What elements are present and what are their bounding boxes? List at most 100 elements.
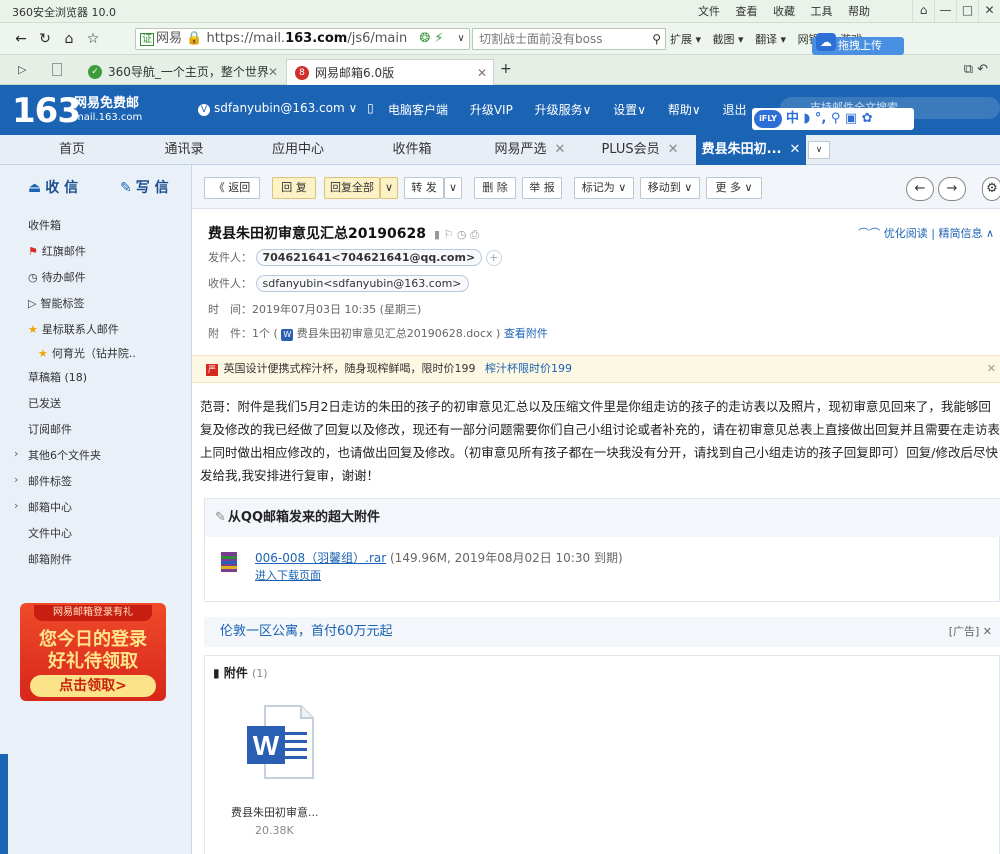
- tab-close-icon[interactable]: ✕: [555, 142, 566, 157]
- next-mail-icon[interactable]: →: [938, 177, 966, 201]
- settings-link[interactable]: 设置∨: [613, 103, 646, 117]
- ad-link[interactable]: 榨汁杯限时价199: [485, 362, 572, 375]
- page-icon[interactable]: [52, 63, 62, 76]
- tab-close-icon[interactable]: ✕: [789, 142, 800, 157]
- restore-undo-icons[interactable]: ⧉ ↶: [964, 62, 988, 77]
- tab-close-icon[interactable]: ✕: [268, 59, 278, 85]
- address-bar[interactable]: 证网易 🔒 https://mail.163.com/js6/main ❂ ⚡: [135, 28, 470, 50]
- tab-close-icon[interactable]: ✕: [668, 142, 679, 157]
- promo-claim-button[interactable]: 点击领取>: [30, 675, 156, 697]
- tab-current-mail[interactable]: 费县朱田初... ✕: [696, 135, 806, 165]
- sidebar-item-drafts[interactable]: 草稿箱 (18): [28, 369, 87, 385]
- sidebar-item-other-folders[interactable]: 其他6个文件夹: [28, 447, 101, 463]
- attachment-name[interactable]: 费县朱田初审意...: [231, 804, 319, 820]
- maximize-button[interactable]: □: [956, 0, 978, 22]
- reply-all-button[interactable]: 回复全部: [324, 177, 380, 199]
- drag-upload-tip[interactable]: ☁ 拖拽上传: [812, 33, 904, 55]
- ad2-text[interactable]: 伦敦一区公寓，首付60万元起: [220, 624, 393, 639]
- favorite-star-icon[interactable]: ☆: [82, 28, 104, 50]
- translate-menu[interactable]: 翻译 ▾: [755, 33, 786, 46]
- back-icon[interactable]: ←: [10, 28, 32, 50]
- home-icon[interactable]: ⌂: [58, 28, 80, 50]
- mail-logo[interactable]: 163: [12, 91, 81, 131]
- sidebar-item-inbox[interactable]: 收件箱: [28, 217, 61, 233]
- sidebar-item-smart-tags[interactable]: ▷ 智能标签: [28, 295, 84, 311]
- chevron-down-icon[interactable]: ∨: [452, 29, 470, 49]
- account-menu[interactable]: Vsdfanyubin@163.com ∨ ▯: [198, 101, 374, 116]
- tab-plus[interactable]: PLUS会员 ✕: [586, 135, 694, 165]
- reply-options-chevron[interactable]: ∨: [380, 177, 398, 199]
- tab-app-center[interactable]: 应用中心: [246, 135, 350, 165]
- reply-button[interactable]: 回 复: [272, 177, 316, 199]
- sidebar-item-sent[interactable]: 已发送: [28, 395, 61, 411]
- sidebar-item-mail-center[interactable]: 邮箱中心: [28, 499, 72, 515]
- tab-inbox[interactable]: 收件箱: [360, 135, 464, 165]
- sidebar-item-attachments[interactable]: 邮箱附件: [28, 551, 72, 567]
- sidebar-item-mail-tags[interactable]: 邮件标签: [28, 473, 72, 489]
- receive-button[interactable]: ⏏ 收 信: [28, 177, 78, 197]
- new-tab-icon[interactable]: +: [500, 61, 512, 77]
- help-link[interactable]: 帮助∨: [668, 103, 701, 117]
- tab-yanxuan[interactable]: 网易严选 ✕: [476, 135, 584, 165]
- screenshot-menu[interactable]: 截图 ▾: [713, 33, 744, 46]
- attach-file[interactable]: 费县朱田初审意见汇总20190628.docx ): [297, 327, 501, 340]
- sender-pill[interactable]: 704621641<704621641@qq.com>: [255, 249, 483, 266]
- delete-button[interactable]: 删 除: [474, 177, 516, 199]
- ifly-input-toolbar[interactable]: iFLY 中 ◗ °, ⚲ ▣ ✿: [752, 108, 914, 130]
- refresh-icon[interactable]: ↻: [34, 28, 56, 50]
- add-contact-icon[interactable]: +: [485, 250, 502, 266]
- menu-view[interactable]: 查看: [736, 5, 758, 18]
- menu-tools[interactable]: 工具: [811, 5, 833, 18]
- read-options[interactable]: ⌒⌒ 优化阅读 | 精简信息 ∧: [858, 225, 994, 241]
- login-gift-promo[interactable]: 网易邮箱登录有礼 您今日的登录 好礼待领取 点击领取>: [20, 603, 166, 701]
- menu-favorites[interactable]: 收藏: [773, 5, 795, 18]
- menu-help[interactable]: 帮助: [848, 5, 870, 18]
- chevron-down-icon[interactable]: ∨: [808, 141, 830, 159]
- report-button[interactable]: 举 报: [522, 177, 562, 199]
- qq-file-name[interactable]: 006-008（羽馨组）.rar: [255, 551, 386, 565]
- logout-link[interactable]: 退出: [723, 103, 747, 117]
- skin-icon[interactable]: ⌂: [912, 0, 934, 22]
- view-attachment-link[interactable]: 查看附件: [504, 327, 548, 340]
- mark-as-menu[interactable]: 标记为 ∨: [574, 177, 634, 199]
- upgrade-service-link[interactable]: 升级服务∨: [535, 103, 592, 117]
- sidebar-toggle-icon[interactable]: ▷: [18, 63, 26, 76]
- sidebar-item-file-center[interactable]: 文件中心: [28, 525, 72, 541]
- chevron-right-icon[interactable]: ›: [14, 447, 18, 460]
- ad-text[interactable]: 英国设计便携式榨汁杯，随身现榨鲜喝，限时价199: [224, 362, 476, 375]
- forward-options-chevron[interactable]: ∨: [444, 177, 462, 199]
- back-button[interactable]: 《 返回: [204, 177, 260, 199]
- upgrade-vip-link[interactable]: 升级VIP: [470, 103, 513, 117]
- tab-home[interactable]: 首页: [20, 135, 124, 165]
- menu-file[interactable]: 文件: [698, 5, 720, 18]
- sidebar-item-flagged[interactable]: ⚑ 红旗邮件: [28, 243, 86, 259]
- close-icon[interactable]: ✕: [987, 356, 996, 382]
- search-icon[interactable]: ⚲: [652, 29, 661, 49]
- extension-menu[interactable]: 扩展 ▾: [670, 33, 701, 46]
- search-input[interactable]: 切割战士面前没有boss ⚲: [472, 28, 666, 50]
- chevron-right-icon[interactable]: ›: [14, 473, 18, 486]
- tab-360-nav[interactable]: ✓ 360导航_一个主页，整个世界 ✕: [80, 59, 284, 85]
- forward-button[interactable]: 转 发: [404, 177, 444, 199]
- client-link[interactable]: 电脑客户端: [388, 103, 448, 117]
- sidebar-item-contact[interactable]: ★ 何育光（钻井院..: [38, 345, 136, 361]
- tab-163-mail[interactable]: 8 网易邮箱6.0版 ✕: [286, 59, 494, 85]
- chevron-right-icon[interactable]: ›: [14, 499, 18, 512]
- gear-icon[interactable]: ⚙: [982, 177, 1000, 201]
- sidebar-item-subscriptions[interactable]: 订阅邮件: [28, 421, 72, 437]
- close-button[interactable]: ✕: [978, 0, 1000, 22]
- more-menu[interactable]: 更 多 ∨: [706, 177, 762, 199]
- prev-mail-icon[interactable]: ←: [906, 177, 934, 201]
- tab-contacts[interactable]: 通讯录: [132, 135, 236, 165]
- compose-button[interactable]: ✎ 写 信: [120, 177, 169, 197]
- tab-close-icon[interactable]: ✕: [477, 60, 487, 86]
- minimize-button[interactable]: —: [934, 0, 956, 22]
- ad2-tag[interactable]: [广告] ✕: [949, 617, 992, 647]
- recipient-pill[interactable]: sdfanyubin<sdfanyubin@163.com>: [255, 275, 469, 292]
- phone-icon[interactable]: ▯: [367, 101, 374, 115]
- move-to-menu[interactable]: 移动到 ∨: [640, 177, 700, 199]
- sidebar-item-starred[interactable]: ★ 星标联系人邮件: [28, 321, 119, 337]
- sidebar-item-todo[interactable]: ◷ 待办邮件: [28, 269, 86, 285]
- subject-tool-icons[interactable]: ▮ ⚐ ◷ ⎙: [434, 228, 479, 241]
- word-document-icon[interactable]: W: [245, 702, 315, 782]
